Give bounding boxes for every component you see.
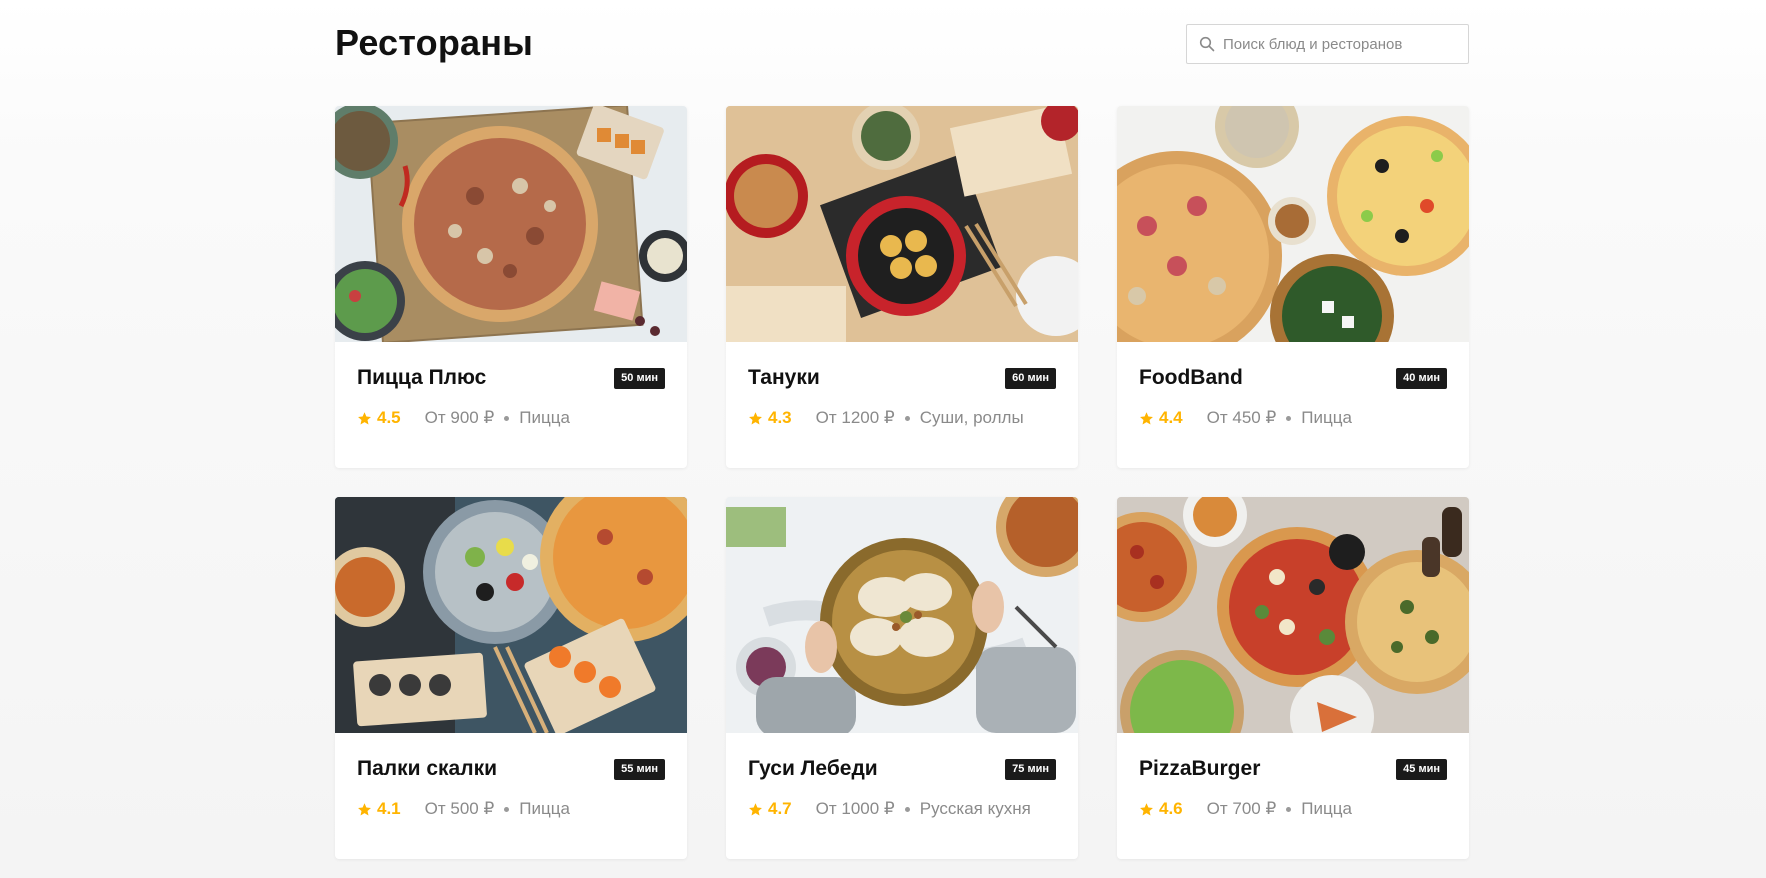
cuisine: Суши, роллы	[919, 408, 1024, 427]
star-icon	[748, 802, 763, 817]
separator-dot	[904, 415, 910, 421]
search-input[interactable]	[1223, 35, 1453, 53]
delivery-time-badge: 60 мин	[1005, 367, 1056, 389]
price: От 500 ₽	[424, 799, 495, 818]
cuisine: Пицца	[1301, 408, 1352, 427]
card-body: Гуси Лебеди 75 мин 4.7 От 1000 ₽ Русская…	[726, 733, 1078, 819]
salad-sushi-pizza-photo	[335, 497, 687, 733]
delivery-time-badge: 45 мин	[1396, 758, 1447, 780]
restaurant-card[interactable]: Тануки 60 мин 4.3 От 1200 ₽ Суши, роллы	[726, 106, 1078, 468]
rating: 4.4	[1139, 408, 1183, 428]
price: От 1000 ₽	[815, 799, 895, 818]
restaurant-info: 4.7 От 1000 ₽ Русская кухня	[748, 799, 1056, 819]
delivery-time-badge: 40 мин	[1396, 367, 1447, 389]
restaurant-name: Пицца Плюс	[357, 366, 487, 389]
rating-value: 4.1	[377, 799, 401, 818]
restaurant-card[interactable]: Гуси Лебеди 75 мин 4.7 От 1000 ₽ Русская…	[726, 497, 1078, 859]
restaurant-info: 4.1 От 500 ₽ Пицца	[357, 799, 665, 819]
restaurant-info: 4.4 От 450 ₽ Пицца	[1139, 408, 1447, 428]
restaurant-name: Тануки	[748, 366, 820, 389]
restaurant-grid: Пицца Плюс 50 мин 4.5 От 900 ₽ Пицца Тан…	[335, 106, 1469, 859]
restaurant-card[interactable]: Пицца Плюс 50 мин 4.5 От 900 ₽ Пицца	[335, 106, 687, 468]
star-icon	[1139, 802, 1154, 817]
rating: 4.1	[357, 799, 401, 819]
delivery-time-badge: 50 мин	[614, 367, 665, 389]
restaurant-card[interactable]: Палки скалки 55 мин 4.1 От 500 ₽ Пицца	[335, 497, 687, 859]
pizzas-on-table-photo	[1117, 497, 1469, 733]
cuisine: Пицца	[519, 799, 570, 818]
rating: 4.6	[1139, 799, 1183, 819]
restaurant-name: Гуси Лебеди	[748, 757, 878, 780]
dumplings-bowl-photo	[726, 497, 1078, 733]
card-body: Пицца Плюс 50 мин 4.5 От 900 ₽ Пицца	[335, 342, 687, 428]
separator-dot	[504, 415, 510, 421]
price: От 900 ₽	[424, 408, 495, 427]
star-icon	[357, 411, 372, 426]
header: Рестораны	[335, 0, 1469, 106]
pizza-spread-photo	[1117, 106, 1469, 342]
star-icon	[1139, 411, 1154, 426]
cuisine: Пицца	[519, 408, 570, 427]
rating: 4.5	[357, 408, 401, 428]
separator-dot	[504, 806, 510, 812]
rating: 4.7	[748, 799, 792, 819]
page-title: Рестораны	[335, 22, 534, 63]
restaurant-info: 4.6 От 700 ₽ Пицца	[1139, 799, 1447, 819]
star-icon	[748, 411, 763, 426]
star-icon	[357, 802, 372, 817]
price: От 1200 ₽	[815, 408, 895, 427]
restaurant-name: PizzaBurger	[1139, 757, 1261, 780]
card-body: Тануки 60 мин 4.3 От 1200 ₽ Суши, роллы	[726, 342, 1078, 428]
card-body: Палки скалки 55 мин 4.1 От 500 ₽ Пицца	[335, 733, 687, 819]
rating: 4.3	[748, 408, 792, 428]
separator-dot	[904, 806, 910, 812]
search-icon	[1199, 36, 1215, 52]
separator-dot	[1286, 415, 1292, 421]
price: От 700 ₽	[1206, 799, 1277, 818]
restaurant-name: Палки скалки	[357, 757, 497, 780]
card-body: PizzaBurger 45 мин 4.6 От 700 ₽ Пицца	[1117, 733, 1469, 819]
pizza-and-sushi-photo	[335, 106, 687, 342]
page-container: Рестораны Поиск блюд и ресторанов Пицца …	[335, 0, 1469, 859]
cuisine: Пицца	[1301, 799, 1352, 818]
restaurant-info: 4.3 От 1200 ₽ Суши, роллы	[748, 408, 1056, 428]
delivery-time-badge: 75 мин	[1005, 758, 1056, 780]
separator-dot	[1286, 806, 1292, 812]
price: От 450 ₽	[1206, 408, 1277, 427]
restaurant-card[interactable]: PizzaBurger 45 мин 4.6 От 700 ₽ Пицца	[1117, 497, 1469, 859]
asian-dumplings-photo	[726, 106, 1078, 342]
rating-value: 4.5	[377, 408, 401, 427]
restaurant-card[interactable]: FoodBand 40 мин 4.4 От 450 ₽ Пицца	[1117, 106, 1469, 468]
rating-value: 4.7	[768, 799, 792, 818]
rating-value: 4.6	[1159, 799, 1183, 818]
search-box[interactable]	[1186, 24, 1469, 64]
cuisine: Русская кухня	[919, 799, 1031, 818]
restaurant-name: FoodBand	[1139, 366, 1243, 389]
rating-value: 4.4	[1159, 408, 1183, 427]
rating-value: 4.3	[768, 408, 792, 427]
restaurant-info: 4.5 От 900 ₽ Пицца	[357, 408, 665, 428]
delivery-time-badge: 55 мин	[614, 758, 665, 780]
card-body: FoodBand 40 мин 4.4 От 450 ₽ Пицца	[1117, 342, 1469, 428]
